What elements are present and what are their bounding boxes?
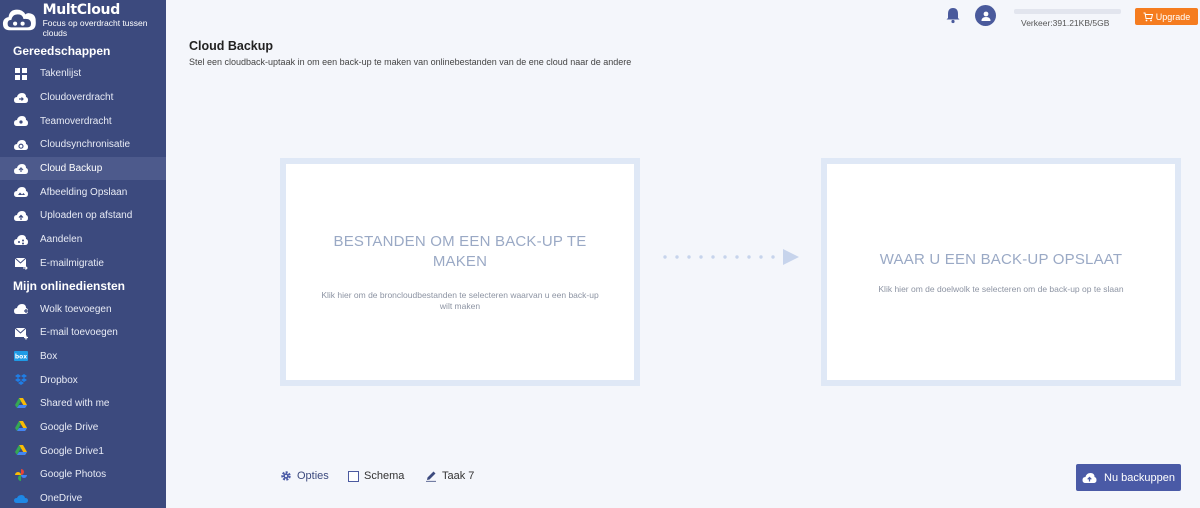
sidebar-item-uploaden-op-afstand[interactable]: Uploaden op afstand <box>0 204 166 228</box>
google-photos-icon <box>13 467 28 482</box>
sidebar-item-label: Uploaden op afstand <box>40 210 133 222</box>
target-heading: WAAR U EEN BACK-UP OPSLAAT <box>879 250 1123 268</box>
sidebar-item-e-mail-toevoegen[interactable]: E-mail toevoegen <box>0 321 166 345</box>
sidebar-item-label: Teamoverdracht <box>40 115 112 127</box>
sidebar-item-wolk-toevoegen[interactable]: Wolk toevoegen <box>0 297 166 321</box>
brand-tagline: Focus op overdracht tussen clouds <box>42 18 148 38</box>
sidebar-item-e-mailmigratie[interactable]: E-mailmigratie <box>0 252 166 276</box>
sidebar-item-teamoverdracht[interactable]: Teamoverdracht <box>0 109 166 133</box>
brand[interactable]: MultCloud Focus op overdracht tussen clo… <box>0 0 166 40</box>
sidebar-item-label: Cloudoverdracht <box>40 92 114 104</box>
arrow-right-icon <box>663 249 799 265</box>
grid-icon <box>13 66 28 81</box>
cart-icon <box>1143 12 1153 21</box>
page-subtitle: Stel een cloudback-uptaak in om een back… <box>189 57 632 67</box>
sidebar-item-google-drive1[interactable]: Google Drive1 <box>0 439 166 463</box>
services-nav: Wolk toevoegen E-mail toevoegen box Box … <box>0 297 166 508</box>
sidebar-item-cloudoverdracht[interactable]: Cloudoverdracht <box>0 86 166 110</box>
task-name-edit[interactable]: Taak 7 <box>425 470 474 482</box>
schedule-checkbox[interactable] <box>348 470 359 482</box>
sidebar-item-cloud-backup[interactable]: Cloud Backup <box>0 156 166 181</box>
sidebar-item-label: Google Drive1 <box>40 445 104 457</box>
options-label: Opties <box>297 470 329 482</box>
target-panel[interactable]: WAAR U EEN BACK-UP OPSLAAT Klik hier om … <box>821 158 1181 386</box>
dropbox-icon <box>13 373 28 388</box>
gear-icon <box>281 471 291 481</box>
sidebar-item-label: Box <box>40 350 58 362</box>
onedrive-icon <box>13 491 28 506</box>
brand-name: MultCloud <box>42 2 121 18</box>
notification-bell-icon[interactable] <box>944 6 962 24</box>
source-heading: BESTANDEN OM EEN BACK-UP TE MAKEN <box>333 233 587 270</box>
source-description: Klik hier om de broncloudbestanden te se… <box>321 290 599 311</box>
sidebar-item-label: Cloud Backup <box>40 163 103 175</box>
traffic-usage-bar <box>1014 9 1121 14</box>
cloud-image-icon <box>13 185 28 200</box>
options-button[interactable]: Opties <box>280 470 329 482</box>
sidebar-item-label: OneDrive <box>40 493 83 505</box>
sidebar-item-label: E-mailmigratie <box>40 257 104 269</box>
sidebar-item-cloudsynchronisatie[interactable]: Cloudsynchronisatie <box>0 133 166 157</box>
google-drive-icon <box>13 420 28 435</box>
box-icon: box <box>13 349 28 364</box>
sidebar-item-aandelen[interactable]: Aandelen <box>0 228 166 252</box>
sidebar-item-label: Afbeelding Opslaan <box>40 186 128 198</box>
sidebar-item-google-drive[interactable]: Google Drive <box>0 416 166 440</box>
cloud-transfer-icon <box>13 90 28 105</box>
source-panel[interactable]: BESTANDEN OM EEN BACK-UP TE MAKEN Klik h… <box>280 158 640 386</box>
traffic-text: Verkeer:391.21KB/5GB <box>1021 18 1110 28</box>
sidebar-item-google-photos[interactable]: Google Photos <box>0 463 166 487</box>
sidebar-item-label: Cloudsynchronisatie <box>40 139 131 151</box>
sidebar-item-label: Takenlijst <box>40 68 82 80</box>
user-avatar[interactable] <box>975 5 996 26</box>
upgrade-label: Upgrade <box>1155 11 1191 22</box>
google-drive-icon <box>13 396 28 411</box>
svg-text:box: box <box>14 354 26 361</box>
cloud-upload-icon <box>1082 472 1097 483</box>
sidebar-item-onedrive[interactable]: OneDrive <box>0 487 166 508</box>
target-description: Klik hier om de doelwolk te selecteren o… <box>878 283 1124 294</box>
tools-section-title: Gereedschappen <box>13 44 111 58</box>
upgrade-button[interactable]: Upgrade <box>1135 8 1198 25</box>
sidebar-item-dropbox[interactable]: Dropbox <box>0 368 166 392</box>
sidebar-item-label: Wolk toevoegen <box>40 303 112 315</box>
cloud-sync-icon <box>13 137 28 152</box>
services-section-title: Mijn onlinediensten <box>13 279 126 294</box>
multcloud-logo-icon <box>2 9 36 31</box>
cloud-team-icon <box>13 114 28 129</box>
sidebar-item-label: Aandelen <box>40 234 83 246</box>
email-migration-icon <box>13 256 28 271</box>
google-drive-icon <box>13 444 28 459</box>
sidebar-item-label: Shared with me <box>40 398 110 410</box>
tools-nav: Takenlijst Cloudoverdracht Teamoverdrach… <box>0 62 166 275</box>
sidebar-item-box[interactable]: box Box <box>0 345 166 369</box>
sidebar: MultCloud Focus op overdracht tussen clo… <box>0 0 166 508</box>
schedule-label: Schema <box>364 470 405 482</box>
user-icon <box>981 11 990 21</box>
sidebar-item-afbeelding-opslaan[interactable]: Afbeelding Opslaan <box>0 180 166 204</box>
page-title: Cloud Backup <box>189 39 274 53</box>
task-name-label: Taak 7 <box>442 470 475 482</box>
cloud-upload-icon <box>13 208 28 223</box>
schedule-option[interactable]: Schema <box>348 470 404 482</box>
add-email-icon <box>13 325 28 340</box>
sidebar-item-label: Dropbox <box>40 374 78 386</box>
backup-now-button[interactable]: Nu backuppen <box>1076 464 1181 491</box>
target-panel-inner[interactable]: WAAR U EEN BACK-UP OPSLAAT Klik hier om … <box>827 164 1175 380</box>
sidebar-item-label: Google Drive <box>40 421 99 433</box>
backup-now-label: Nu backuppen <box>1104 471 1175 484</box>
source-panel-inner[interactable]: BESTANDEN OM EEN BACK-UP TE MAKEN Klik h… <box>286 164 634 380</box>
add-cloud-icon <box>13 302 28 317</box>
sidebar-item-label: Google Photos <box>40 469 107 481</box>
pencil-icon <box>426 471 436 482</box>
cloud-share-icon <box>13 232 28 247</box>
sidebar-item-takenlijst[interactable]: Takenlijst <box>0 62 166 86</box>
cloud-backup-icon <box>13 161 28 176</box>
sidebar-item-shared-with-me[interactable]: Shared with me <box>0 392 166 416</box>
sidebar-item-label: E-mail toevoegen <box>40 327 118 339</box>
